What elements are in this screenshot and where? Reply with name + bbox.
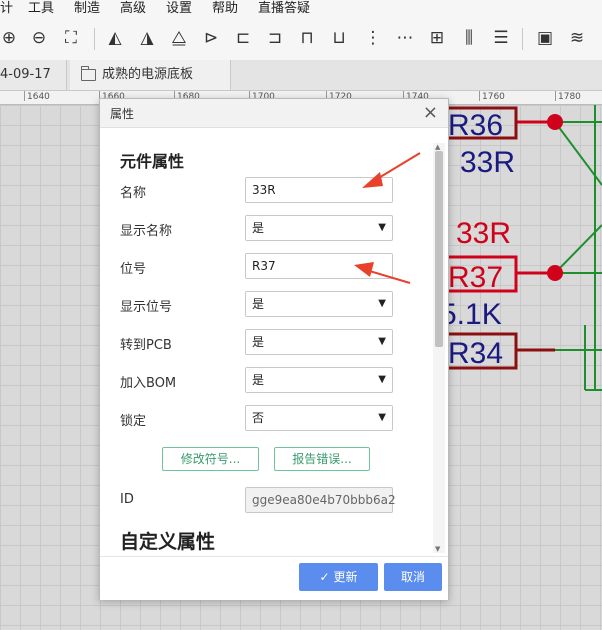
arrow-head-icon xyxy=(362,172,383,188)
arrow-line xyxy=(365,269,411,284)
arrow-head-icon xyxy=(354,262,374,277)
annotation-arrows xyxy=(354,152,421,284)
